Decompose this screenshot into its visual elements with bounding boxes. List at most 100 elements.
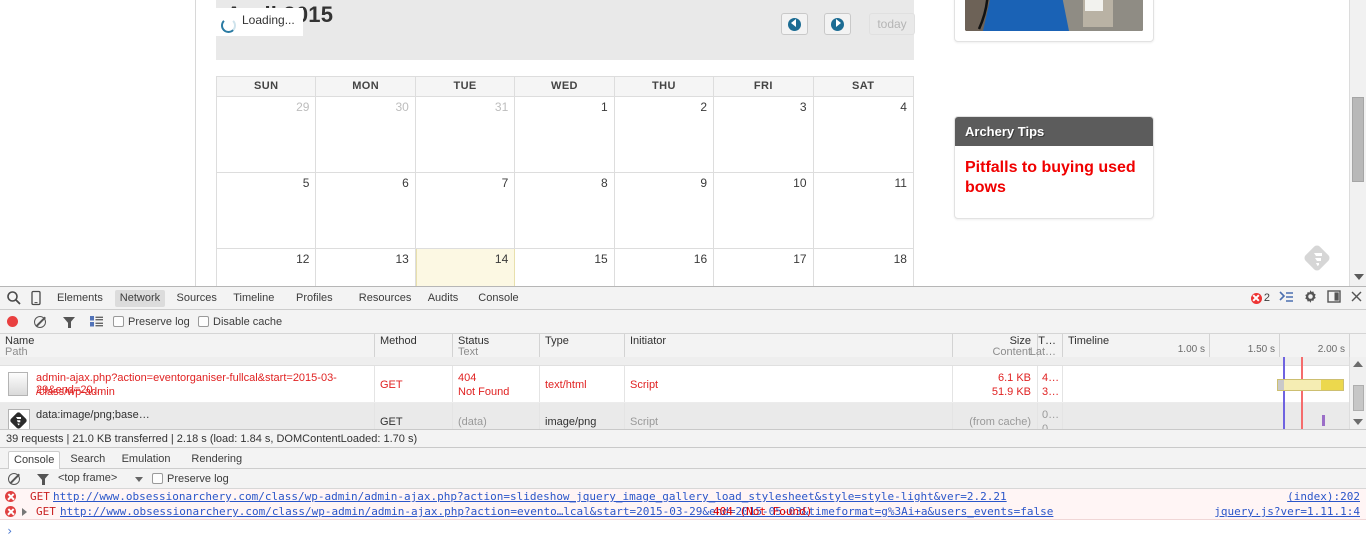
photo-widget <box>954 0 1154 42</box>
calendar-prev-button[interactable] <box>781 13 808 35</box>
network-list-scrollbar[interactable] <box>1349 357 1366 429</box>
calendar-day-cell[interactable]: 14 <box>415 249 516 286</box>
scroll-down-arrow-icon[interactable] <box>1353 419 1363 425</box>
tab-resources[interactable]: Resources <box>354 290 417 307</box>
calendar-day-cell[interactable]: 12 <box>217 249 317 286</box>
calendar-day-cell[interactable]: 2 <box>615 97 715 172</box>
network-scrollbar-thumb[interactable] <box>1353 385 1364 411</box>
calendar-day-cell[interactable]: 17 <box>714 249 814 286</box>
gear-icon[interactable] <box>1303 289 1318 307</box>
console-source-link[interactable]: (index):202 <box>1287 490 1360 503</box>
calendar-day-cell[interactable]: 8 <box>515 173 615 248</box>
calendar-day-cell[interactable]: 30 <box>316 97 416 172</box>
expand-triangle-icon[interactable] <box>22 508 27 516</box>
column-header-initiator[interactable]: Initiator <box>625 334 953 357</box>
close-icon[interactable] <box>1351 291 1362 305</box>
tab-timeline[interactable]: Timeline <box>228 290 279 307</box>
calendar-today-button[interactable]: today <box>869 13 915 35</box>
request-initiator[interactable]: Script <box>630 416 658 428</box>
console-output[interactable]: GET http://www.obsessionarchery.com/clas… <box>0 489 1366 554</box>
tab-profiles[interactable]: Profiles <box>291 290 338 307</box>
feedly-icon[interactable] <box>1302 243 1332 273</box>
record-button[interactable] <box>7 316 18 327</box>
row-status-cell: (data) <box>453 403 540 429</box>
console-message[interactable]: GET http://www.obsessionarchery.com/clas… <box>0 489 1366 505</box>
tab-network[interactable]: Network <box>114 290 166 307</box>
table-row[interactable]: admin-ajax.php?action=eventorganiser-ful… <box>0 366 1350 403</box>
request-name[interactable]: data:image/png;base… <box>36 409 150 421</box>
page-scrollbar[interactable] <box>1349 0 1366 286</box>
request-type: text/html <box>545 379 587 391</box>
calendar-day-cell[interactable]: 5 <box>217 173 317 248</box>
column-header-type[interactable]: Type <box>540 334 625 357</box>
filter-icon[interactable] <box>63 317 75 328</box>
network-request-list[interactable]: admin-ajax.php?action=eventorganiser-ful… <box>0 357 1366 429</box>
scroll-up-arrow-icon[interactable] <box>1353 361 1363 367</box>
calendar-day-cell[interactable]: 18 <box>814 249 913 286</box>
console-url[interactable]: http://www.obsessionarchery.com/class/wp… <box>60 505 1053 518</box>
calendar-day-number: 1 <box>601 100 608 114</box>
calendar-day-cell[interactable]: 13 <box>316 249 416 286</box>
toggle-drawer-icon[interactable] <box>1279 290 1294 307</box>
preserve-log-checkbox[interactable] <box>113 316 124 327</box>
console-method: GET <box>30 490 50 503</box>
archery-tips-link[interactable]: Pitfalls to buying used bows <box>965 158 1143 198</box>
console-source-link[interactable]: jquery.js?ver=1.11.1:4 <box>1214 505 1360 518</box>
drawer-tab-search[interactable]: Search <box>65 451 110 467</box>
column-header-size[interactable]: Size Content <box>953 334 1038 358</box>
calendar-day-cell[interactable]: 11 <box>814 173 913 248</box>
calendar-day-cell[interactable]: 4 <box>814 97 913 172</box>
column-header-status[interactable]: Status Text <box>453 334 540 358</box>
clear-icon[interactable] <box>34 316 46 328</box>
console-preserve-log-checkbox[interactable] <box>152 473 163 484</box>
drawer-tab-console[interactable]: Console <box>8 451 61 469</box>
calendar-day-cell[interactable]: 1 <box>515 97 615 172</box>
calendar-day-cell[interactable]: 6 <box>316 173 416 248</box>
chevron-left-icon <box>791 19 796 27</box>
calendar-day-number: 16 <box>693 252 708 266</box>
clear-console-icon[interactable] <box>8 473 20 485</box>
search-icon[interactable] <box>6 290 24 306</box>
calendar-weeks: 29 30 31 1 2 3 4 5 6 7 8 9 10 11 12 13 14 15 16 17 18 <box>217 96 913 286</box>
calendar-day-cell[interactable]: 16 <box>615 249 715 286</box>
device-mode-icon[interactable] <box>28 290 46 306</box>
dock-position-icon[interactable] <box>1327 289 1342 307</box>
calendar-day-cell[interactable]: 10 <box>714 173 814 248</box>
column-header-name[interactable]: Name Path <box>0 334 375 358</box>
console-message[interactable]: GET http://www.obsessionarchery.com/clas… <box>0 504 1366 520</box>
tab-console[interactable]: Console <box>473 290 523 307</box>
calendar-day-cell[interactable]: 7 <box>416 173 516 248</box>
calendar-day-cell[interactable]: 15 <box>515 249 615 286</box>
error-icon <box>1250 292 1262 304</box>
request-initiator[interactable]: Script <box>630 379 658 391</box>
calendar-day-cell[interactable]: 31 <box>416 97 516 172</box>
console-prompt[interactable]: › <box>6 524 13 538</box>
calendar-day-cell[interactable]: 29 <box>217 97 317 172</box>
calendar-day-cell[interactable]: 9 <box>615 173 715 248</box>
filter-icon[interactable] <box>37 474 49 485</box>
archery-tips-widget: Archery Tips Pitfalls to buying used bow… <box>954 116 1154 219</box>
tab-audits[interactable]: Audits <box>423 290 464 307</box>
table-row[interactable]: data:image/png;base… GET (data) image/pn… <box>0 403 1350 429</box>
frame-selector-label[interactable]: <top frame> <box>58 472 117 484</box>
scroll-down-arrow-icon[interactable] <box>1354 274 1364 280</box>
chevron-down-icon[interactable] <box>135 477 143 482</box>
error-count-badge[interactable]: 2 <box>1250 292 1270 304</box>
drawer-tab-emulation[interactable]: Emulation <box>117 451 176 467</box>
calendar-day-number: 17 <box>793 252 807 266</box>
column-header-method[interactable]: Method <box>375 334 453 357</box>
tab-elements[interactable]: Elements <box>52 290 108 307</box>
calendar-day-cell[interactable]: 3 <box>714 97 814 172</box>
row-type-cell: image/png <box>540 403 625 429</box>
archer-photo-image <box>965 0 1143 31</box>
tab-sources[interactable]: Sources <box>172 290 222 307</box>
use-large-rows-icon[interactable] <box>90 316 103 327</box>
column-header-t[interactable]: T… Lat… <box>1030 334 1063 358</box>
page-scrollbar-thumb[interactable] <box>1352 97 1364 182</box>
disable-cache-checkbox[interactable] <box>198 316 209 327</box>
calendar-next-button[interactable] <box>824 13 851 35</box>
row-timeline-cell <box>1063 403 1350 429</box>
request-latency: 3… <box>1042 386 1060 398</box>
drawer-tab-rendering[interactable]: Rendering <box>186 451 247 467</box>
console-url[interactable]: http://www.obsessionarchery.com/class/wp… <box>53 490 1007 503</box>
